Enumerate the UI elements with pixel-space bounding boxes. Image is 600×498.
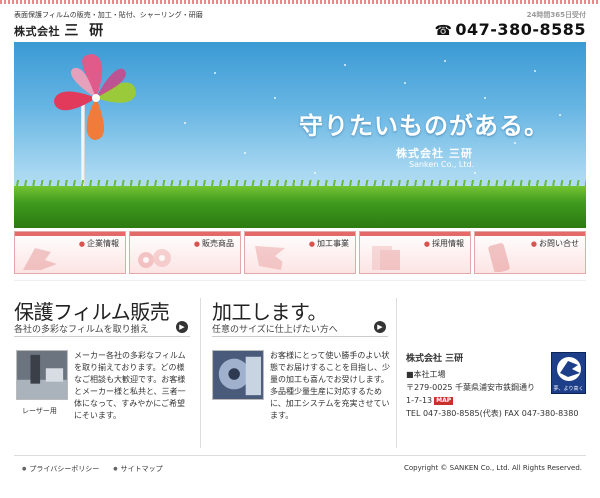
phone-icon: ☎	[434, 23, 453, 39]
pinwheel-icon	[54, 54, 136, 140]
sales-underline	[14, 336, 190, 337]
main-nav: 企業情報 販売商品 加工事業 採用情報 お問い合せ	[14, 231, 586, 274]
eagle-emblem-icon	[557, 357, 581, 381]
nav-label: 販売商品	[194, 238, 234, 249]
footer-divider	[14, 455, 586, 456]
sales-subtitle: 各社の多彩なフィルムを取り揃え	[14, 325, 149, 335]
hero-title: 守りたいものがある。	[299, 112, 549, 140]
nav-item-recruit[interactable]: 採用情報	[359, 231, 471, 274]
grass	[14, 186, 586, 228]
emblem-text: 夢、より高く	[553, 386, 584, 392]
company-contact: TEL 047-380-8585(代表) FAX 047-380-8380	[406, 409, 579, 418]
nav-item-products[interactable]: 販売商品	[129, 231, 241, 274]
document-icon	[372, 246, 400, 270]
nav-item-processing[interactable]: 加工事業	[244, 231, 356, 274]
column-divider	[200, 298, 201, 448]
sales-image-caption: レーザー用	[22, 407, 57, 415]
divider	[14, 280, 586, 281]
processing-title-wrap: 加工します。 任意のサイズに仕上げたい方へ	[212, 296, 338, 335]
nav-item-contact[interactable]: お問い合せ	[474, 231, 586, 274]
sales-text: メーカー各社の多彩なフィルムを取り揃えております。どの様なご相談も大歓迎です。お…	[74, 351, 186, 420]
company-emblem: 夢、より高く	[551, 352, 586, 394]
footer-links: プライバシーポリシー サイトマップ	[22, 464, 163, 474]
nav-item-company[interactable]: 企業情報	[14, 231, 126, 274]
processing-title[interactable]: 加工します。	[212, 296, 328, 325]
copyright: Copyright © SANKEN Co., Ltd. All Rights …	[403, 464, 582, 472]
processing-arrow-button[interactable]: ▶	[374, 321, 386, 333]
phone-text: 047-380-8585	[455, 20, 586, 39]
top-stripe	[0, 0, 600, 4]
laser-film-image	[16, 350, 68, 400]
hero-company-en: Sanken Co., Ltd.	[409, 160, 475, 169]
company-address2: 1-7-13	[406, 396, 433, 405]
header-tagline: 表面保護フィルムの販売・加工・貼付、シャーリング・研磨	[14, 11, 203, 19]
processing-underline	[212, 336, 388, 337]
hero-company: 株式会社 三研	[396, 147, 473, 160]
logo-name: 三 研	[64, 23, 107, 39]
privacy-link[interactable]: プライバシーポリシー	[22, 464, 99, 474]
eagle-icon	[23, 248, 57, 270]
sales-title[interactable]: 保護フィルム販売	[14, 296, 170, 325]
phone-number[interactable]: ☎ 047-380-8585	[434, 20, 586, 39]
logo-prefix: 株式会社	[14, 25, 60, 38]
peel-film-icon	[255, 246, 285, 270]
processing-machine-image	[212, 350, 264, 400]
column-divider	[396, 298, 397, 448]
film-rolls-icon	[138, 249, 171, 268]
nav-label: 企業情報	[79, 238, 119, 249]
map-link[interactable]: MAP	[434, 397, 454, 405]
site-header: 表面保護フィルムの販売・加工・貼付、シャーリング・研磨 株式会社 三 研 24時…	[14, 8, 586, 40]
sitemap-link[interactable]: サイトマップ	[113, 464, 163, 474]
nav-label: お問い合せ	[531, 238, 579, 249]
nav-label: 加工事業	[309, 238, 349, 249]
nav-label: 採用情報	[424, 238, 464, 249]
hero-banner: 守りたいものがある。 株式会社 三研 Sanken Co., Ltd.	[14, 42, 586, 228]
sales-title-wrap: 保護フィルム販売 各社の多彩なフィルムを取り揃え	[14, 296, 170, 335]
hours-label: 24時間365日受付	[526, 11, 586, 19]
site-logo[interactable]: 株式会社 三 研	[14, 20, 106, 40]
mobile-phone-icon	[488, 243, 510, 272]
sales-arrow-button[interactable]: ▶	[176, 321, 188, 333]
processing-subtitle: 任意のサイズに仕上げたい方へ	[212, 325, 338, 335]
processing-text: お客様にとって使い勝手のよい状態でお届けすることを目指し、少量の加工も喜んでお受…	[270, 351, 390, 420]
